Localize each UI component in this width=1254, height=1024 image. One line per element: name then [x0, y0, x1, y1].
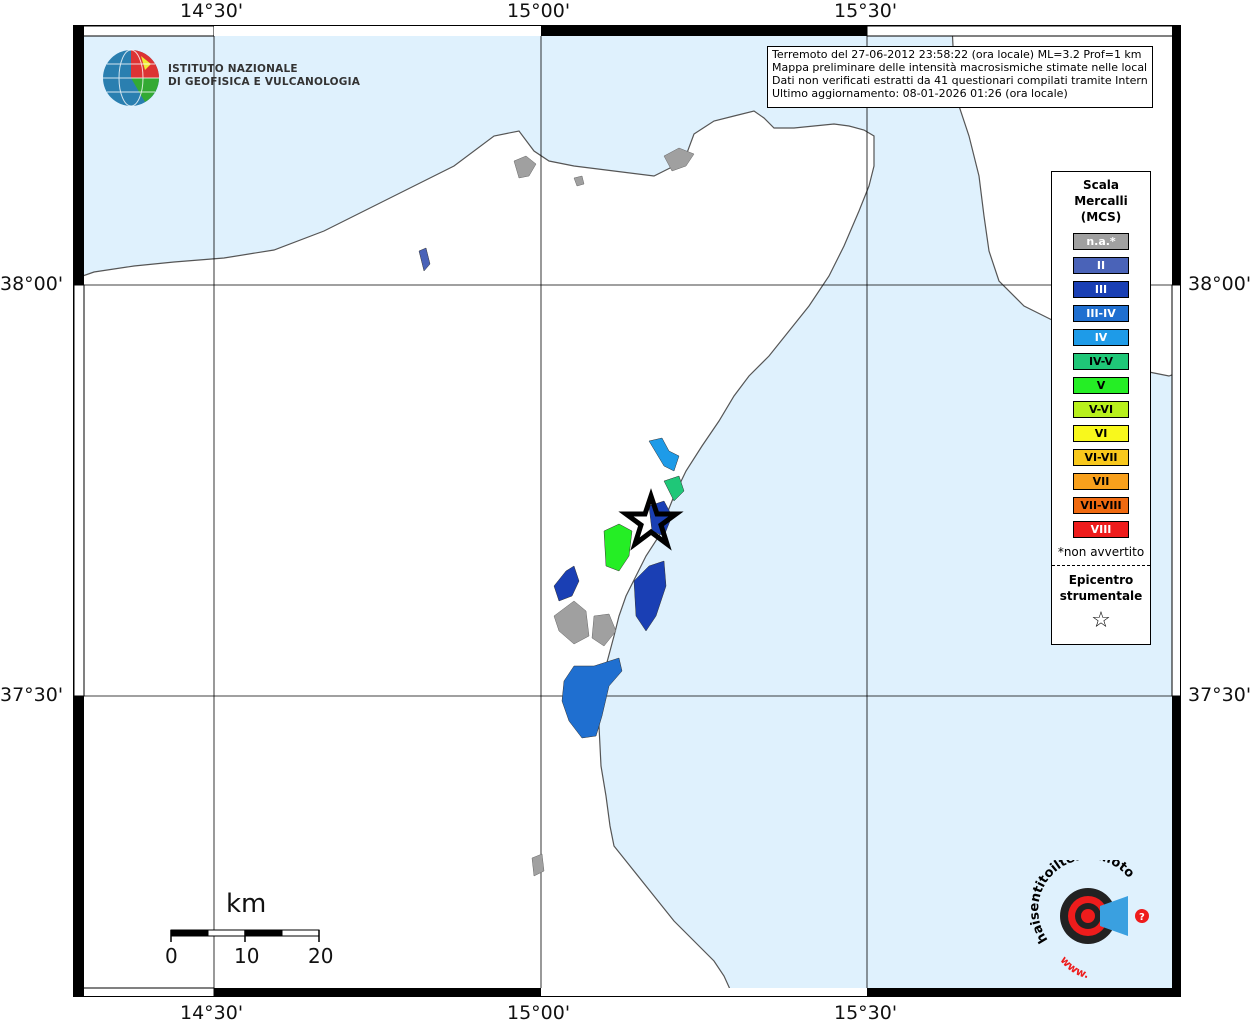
legend-item: VII-VIII	[1073, 497, 1129, 514]
scale-title: km	[226, 889, 267, 919]
lon-label-top-2: 15°00'	[507, 0, 571, 22]
lon-label-bottom-2: 15°00'	[507, 1002, 571, 1024]
svg-text:www.: www.	[1057, 954, 1090, 980]
legend-epicenter-label: Epicentro strumentale	[1052, 572, 1150, 604]
event-info-line2: Mappa preliminare delle intensità macros…	[772, 61, 1148, 74]
legend-item: IV	[1073, 329, 1129, 346]
legend-item: V	[1073, 377, 1129, 394]
map-area[interactable]	[73, 25, 1181, 997]
ingv-name-line2: DI GEOFISICA E VULCANOLOGIA	[168, 76, 361, 88]
lat-label-right-1: 38°00'	[1188, 273, 1252, 295]
legend-item: VII	[1073, 473, 1129, 490]
legend-item: VI	[1073, 425, 1129, 442]
event-info-line1: Terremoto del 27-06-2012 23:58:22 (ora l…	[772, 48, 1142, 61]
haisentito-logo[interactable]: ? haisentitoilterremoto.it www.	[1027, 848, 1150, 984]
lat-label-right-2: 37°30'	[1188, 684, 1252, 706]
lon-label-bottom-3: 15°30'	[834, 1002, 898, 1024]
event-info-box: Terremoto del 27-06-2012 23:58:22 (ora l…	[767, 46, 1153, 108]
legend-item: IV-V	[1073, 353, 1129, 370]
legend-item: VIII	[1073, 521, 1129, 538]
lon-label-bottom-1: 14°30'	[180, 1002, 244, 1024]
event-info-line4: Ultimo aggiornamento: 08-01-2026 01:26 (…	[772, 87, 1068, 100]
legend-title: Scala Mercalli (MCS)	[1052, 177, 1150, 225]
lon-label-top-1: 14°30'	[180, 0, 244, 22]
legend-item: n.a.*	[1073, 233, 1129, 250]
legend-item: III-IV	[1073, 305, 1129, 322]
lat-label-left-2: 37°30'	[0, 684, 64, 706]
legend-item: V-VI	[1073, 401, 1129, 418]
haisentito-www: www.	[1057, 954, 1090, 982]
lat-label-left-1: 38°00'	[0, 273, 64, 295]
scale-label-10: 10	[234, 944, 260, 968]
event-info-line3: Dati non verificati estratti da 41 quest…	[772, 74, 1148, 87]
legend-title-line2: Mercalli	[1074, 194, 1128, 208]
legend-separator	[1052, 565, 1150, 566]
legend-item: VI-VII	[1073, 449, 1129, 466]
legend-title-line3: (MCS)	[1080, 210, 1122, 224]
map-svg	[74, 26, 1180, 996]
ingv-name-line1: ISTITUTO NAZIONALE	[168, 63, 298, 75]
scale-label-20: 20	[308, 944, 334, 968]
ingv-logo	[101, 48, 161, 112]
scale-bar	[170, 929, 320, 942]
mcs-legend: Scala Mercalli (MCS) n.a.* II III III-IV IV I…	[1051, 171, 1151, 645]
legend-item: III	[1073, 281, 1129, 298]
lon-label-top-3: 15°30'	[834, 0, 898, 22]
legend-epi-line2: strumentale	[1059, 589, 1143, 603]
ingv-globe-icon	[103, 49, 159, 107]
legend-items: n.a.* II III III-IV IV IV-V V V-VI VI VI-VII VII VI…	[1052, 233, 1150, 538]
legend-epi-line1: Epicentro	[1068, 573, 1134, 587]
target-megaphone-icon: ? haisentitoilterremoto.it www.	[1027, 848, 1149, 981]
ingv-name: ISTITUTO NAZIONALE DI GEOFISICA E VULCAN…	[168, 63, 360, 89]
scale-label-0: 0	[165, 944, 178, 968]
legend-note: *non avvertito	[1057, 545, 1145, 559]
legend-title-line1: Scala	[1082, 178, 1120, 192]
svg-text:?: ?	[1139, 912, 1145, 923]
star-icon: ☆	[1091, 608, 1111, 633]
legend-item: II	[1073, 257, 1129, 274]
